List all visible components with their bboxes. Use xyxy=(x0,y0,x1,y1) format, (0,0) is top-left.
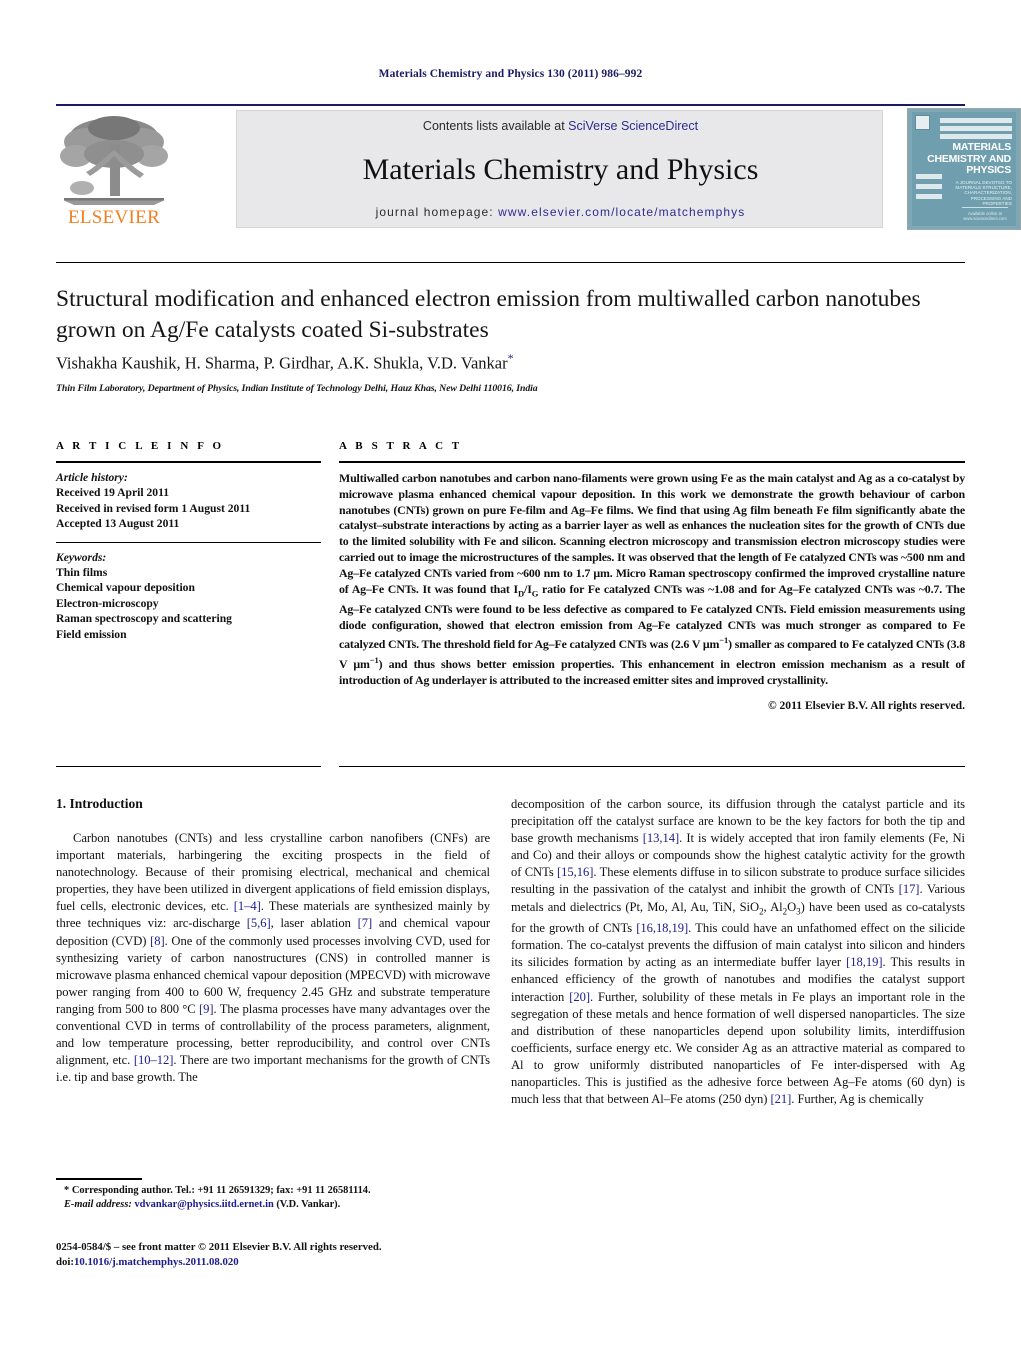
article-info-column: A R T I C L E I N F O Article history: R… xyxy=(56,440,321,642)
citation-ref[interactable]: [16,18,19] xyxy=(636,921,688,935)
history-item: Received 19 April 2011 xyxy=(56,486,170,500)
article-info-heading: A R T I C L E I N F O xyxy=(56,440,225,452)
homepage-url-link[interactable]: www.elsevier.com/locate/matchemphys xyxy=(498,205,745,219)
footnote-rule xyxy=(56,1178,142,1180)
keywords-block: Keywords: Thin films Chemical vapour dep… xyxy=(56,550,321,642)
doi-line: doi:10.1016/j.matchemphys.2011.08.020 xyxy=(56,1255,516,1270)
title-separator-rule xyxy=(56,262,965,263)
cover-elsevier-icon xyxy=(915,115,930,130)
footnote-contact: Corresponding author. Tel.: +91 11 26591… xyxy=(71,1185,371,1196)
cover-bar xyxy=(916,194,942,199)
cover-inner: MATERIALS CHEMISTRY AND PHYSICS A JOURNA… xyxy=(912,112,1016,226)
homepage-line: journal homepage: www.elsevier.com/locat… xyxy=(237,205,884,219)
page-title: Structural modification and enhanced ele… xyxy=(56,286,921,343)
citation-ref[interactable]: [10–12] xyxy=(134,1053,174,1067)
contents-prefix: Contents lists available at xyxy=(422,119,569,133)
doi-link[interactable]: 10.1016/j.matchemphys.2011.08.020 xyxy=(74,1256,239,1268)
footnote-line-1: * Corresponding author. Tel.: +91 11 265… xyxy=(56,1184,496,1198)
corresponding-author-footnote: * Corresponding author. Tel.: +91 11 265… xyxy=(56,1184,496,1213)
abstract-text: Multiwalled carbon nanotubes and carbon … xyxy=(339,471,965,687)
journal-title: Materials Chemistry and Physics xyxy=(362,153,759,186)
abstract-copyright: © 2011 Elsevier B.V. All rights reserved… xyxy=(767,698,965,712)
journal-band: Contents lists available at SciVerse Sci… xyxy=(236,110,883,228)
keyword-item: Chemical vapour deposition xyxy=(56,581,195,595)
elsevier-logo: ELSEVIER xyxy=(56,110,172,228)
cover-title-line: PHYSICS xyxy=(966,164,1011,176)
keywords-label: Keywords: xyxy=(56,550,107,564)
author-names: Vishakha Kaushik, H. Sharma, P. Girdhar,… xyxy=(56,353,508,373)
citation-ref[interactable]: [8] xyxy=(150,934,165,948)
doi-label: doi: xyxy=(56,1255,74,1268)
citation-ref[interactable]: [18,19] xyxy=(846,955,882,969)
citation-ref[interactable]: [20] xyxy=(569,990,590,1004)
article-info-rule xyxy=(56,461,321,463)
section-heading-introduction: 1. Introduction xyxy=(56,796,143,811)
journal-masthead: ELSEVIER Contents lists available at Sci… xyxy=(56,104,1021,230)
imprint-block: 0254-0584/$ – see front matter © 2011 El… xyxy=(56,1240,516,1270)
cover-footer-rule xyxy=(962,207,1008,208)
body-column-left: 1. Introduction Carbon nanotubes (CNTs) … xyxy=(56,796,490,1086)
citation-ref[interactable]: [9] xyxy=(199,1002,214,1016)
corresponding-author-marker: * xyxy=(507,351,514,365)
abstract-column: A B S T R A C T Multiwalled carbon nanot… xyxy=(339,440,965,712)
cover-title: MATERIALS CHEMISTRY AND PHYSICS xyxy=(912,141,1016,177)
citation-ref[interactable]: [1–4] xyxy=(234,899,261,913)
article-page: Materials Chemistry and Physics 130 (201… xyxy=(0,0,1021,1351)
journal-cover-thumbnail[interactable]: MATERIALS CHEMISTRY AND PHYSICS A JOURNA… xyxy=(907,108,1021,230)
body-column-right: decomposition of the carbon source, its … xyxy=(511,796,965,1108)
keyword-item: Field emission xyxy=(56,627,127,641)
sciencedirect-link[interactable]: SciVerse ScienceDirect xyxy=(568,119,698,133)
cover-bar xyxy=(940,118,1012,123)
contents-line: Contents lists available at SciVerse Sci… xyxy=(237,119,884,133)
keywords-rule xyxy=(56,541,321,543)
footnote-line-2: E-mail address: vdvankar@physics.iitd.er… xyxy=(56,1198,496,1212)
citation-ref[interactable]: [5,6] xyxy=(247,916,271,930)
citation-ref[interactable]: [17] xyxy=(899,882,920,896)
keyword-item: Electron-microscopy xyxy=(56,596,159,610)
cover-title-line: MATERIALS xyxy=(952,141,1011,153)
article-history-label: Article history: xyxy=(56,471,128,484)
abstract-heading: A B S T R A C T xyxy=(339,440,463,452)
footnote-marker: * xyxy=(64,1185,70,1196)
citation-ref[interactable]: [21] xyxy=(770,1092,791,1106)
article-info-bottom-rule xyxy=(56,766,321,767)
imprint-line: 0254-0584/$ – see front matter © 2011 El… xyxy=(56,1241,382,1253)
running-head: Materials Chemistry and Physics 130 (201… xyxy=(378,68,643,80)
intro-paragraph-left: Carbon nanotubes (CNTs) and less crystal… xyxy=(56,831,491,1085)
elsevier-wordmark: ELSEVIER xyxy=(67,207,161,228)
email-label: E-mail address: xyxy=(64,1199,132,1211)
citation-ref[interactable]: [15,16] xyxy=(557,865,593,879)
cover-bar xyxy=(940,126,1012,131)
keyword-item: Thin films xyxy=(56,566,108,580)
cover-bar xyxy=(940,134,1012,139)
cover-bar xyxy=(916,184,942,189)
elsevier-tree-icon xyxy=(60,116,168,205)
history-item: Accepted 13 August 2011 xyxy=(56,517,180,531)
cover-footer: Available online at www.sciencedirect.co… xyxy=(963,211,1007,221)
abstract-bottom-rule xyxy=(339,766,965,767)
author-list: Vishakha Kaushik, H. Sharma, P. Girdhar,… xyxy=(56,351,956,374)
affiliation: Thin Film Laboratory, Department of Phys… xyxy=(56,383,538,394)
history-item: Received in revised form 1 August 2011 xyxy=(56,501,251,515)
intro-paragraph-right: decomposition of the carbon source, its … xyxy=(511,797,966,1107)
cover-subtitle: A JOURNAL DEVOTED TO MATERIALS STRUCTURE… xyxy=(955,180,1012,206)
homepage-prefix: journal homepage: xyxy=(375,205,499,219)
masthead-top-rule xyxy=(56,104,965,106)
keyword-item: Raman spectroscopy and scattering xyxy=(56,612,232,626)
article-history-block: Article history: Received 19 April 2011 … xyxy=(56,470,321,532)
email-owner: (V.D. Vankar). xyxy=(276,1199,341,1211)
citation-ref[interactable]: [13,14] xyxy=(643,831,679,845)
abstract-rule xyxy=(339,461,965,463)
citation-ref[interactable]: [7] xyxy=(358,916,373,930)
email-link[interactable]: vdvankar@physics.iitd.ernet.in xyxy=(134,1199,273,1210)
